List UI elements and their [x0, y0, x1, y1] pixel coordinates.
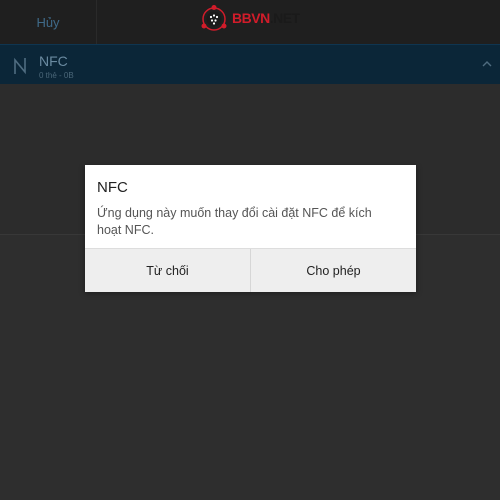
deny-button[interactable]: Từ chối [85, 249, 250, 292]
nfc-icon [14, 57, 26, 75]
nfc-title: NFC [39, 53, 68, 69]
logo-text-vn: VN [251, 10, 270, 26]
nfc-section-header[interactable]: NFC 0 thẻ - 0B [0, 44, 500, 85]
logo-text-bb: BB [232, 10, 252, 26]
chevron-up-icon[interactable] [482, 59, 492, 69]
top-bar: Hủy BBVN.NET [0, 0, 500, 44]
permission-dialog: NFC Ứng dụng này muốn thay đổi cài đặt N… [85, 165, 416, 292]
cancel-button[interactable]: Hủy [36, 15, 59, 30]
dialog-actions: Từ chối Cho phép [85, 248, 416, 292]
allow-button[interactable]: Cho phép [250, 249, 416, 292]
dialog-message: Ứng dụng này muốn thay đổi cài đặt NFC đ… [97, 206, 372, 237]
logo: BBVN.NET [200, 4, 300, 32]
dialog-title: NFC [97, 179, 128, 196]
cancel-button-area[interactable]: Hủy [0, 0, 97, 44]
logo-text-net: .NET [269, 10, 300, 26]
nfc-subtitle: 0 thẻ - 0B [39, 71, 74, 80]
logo-icon [201, 5, 227, 31]
logo-text: BBVN.NET [232, 10, 300, 26]
